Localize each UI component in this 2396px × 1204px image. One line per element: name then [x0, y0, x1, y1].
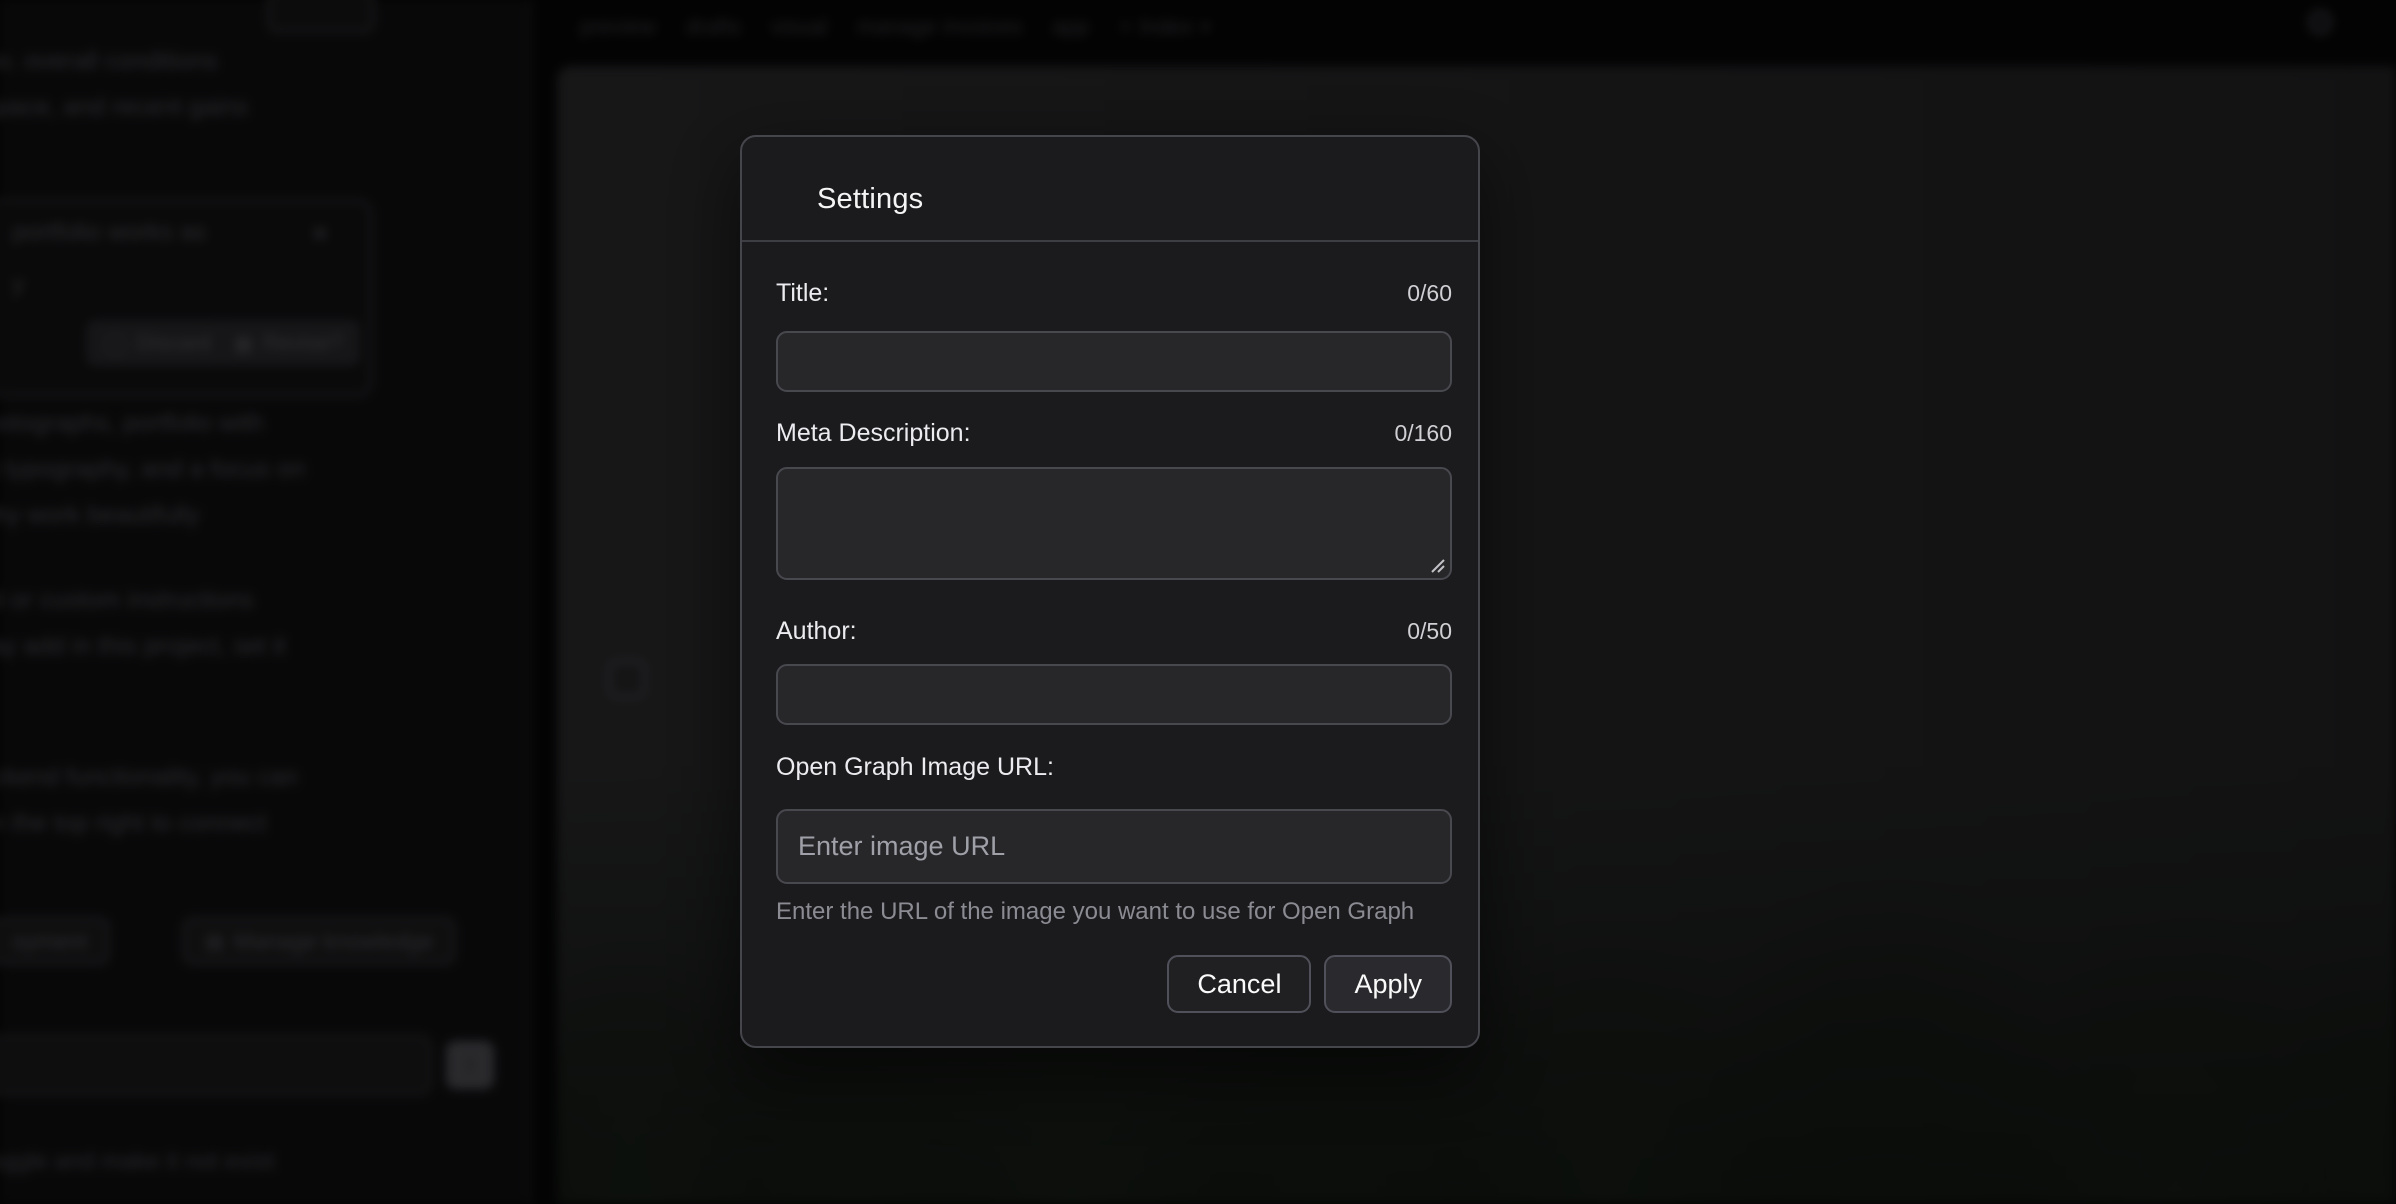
meta-description-textarea[interactable]	[776, 467, 1452, 580]
meta-description-char-counter: 0/160	[1394, 420, 1452, 447]
meta-description-wrap	[776, 467, 1452, 580]
title-field-row: Title: 0/60	[776, 275, 1452, 311]
dialog-header: Settings	[742, 137, 1478, 242]
og-image-url-label: Open Graph Image URL:	[776, 753, 1054, 782]
author-field-row: Author: 0/50	[776, 613, 1452, 649]
dialog-actions: Cancel Apply	[776, 955, 1452, 1013]
title-input[interactable]	[776, 331, 1452, 392]
meta-description-field-row: Meta Description: 0/160	[776, 415, 1452, 451]
author-input[interactable]	[776, 664, 1452, 725]
dialog-title: Settings	[817, 183, 1452, 216]
dialog-body: Title: 0/60 Meta Description: 0/160 Auth…	[742, 275, 1478, 1013]
meta-description-label: Meta Description:	[776, 419, 971, 448]
cancel-button[interactable]: Cancel	[1167, 955, 1311, 1013]
og-image-field-row: Open Graph Image URL:	[776, 749, 1452, 785]
og-image-helper-text: Enter the URL of the image you want to u…	[776, 897, 1452, 927]
author-label: Author:	[776, 617, 857, 646]
author-char-counter: 0/50	[1407, 618, 1452, 645]
apply-button[interactable]: Apply	[1324, 955, 1452, 1013]
app-window: task no. overall conditions workspace, a…	[0, 0, 2396, 1204]
title-label: Title:	[776, 279, 829, 308]
settings-dialog: Settings Title: 0/60 Meta Description: 0…	[740, 135, 1480, 1048]
title-char-counter: 0/60	[1407, 280, 1452, 307]
resize-handle-icon[interactable]	[1429, 557, 1445, 573]
og-image-url-input[interactable]	[776, 809, 1452, 884]
